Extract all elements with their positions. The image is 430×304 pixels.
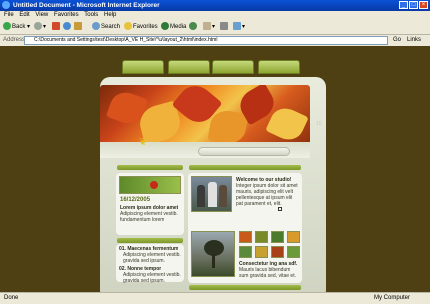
go-button[interactable]: Go <box>393 36 401 45</box>
stop-icon <box>52 22 60 31</box>
nav-tab-3[interactable] <box>212 60 254 74</box>
list-item-2-text-2: gravida sed ipsum. <box>123 278 165 284</box>
internet-explorer-icon <box>2 1 10 9</box>
section-bar-1 <box>117 165 183 170</box>
menu-tools[interactable]: Tools <box>84 11 98 20</box>
home-icon <box>74 22 82 31</box>
thumbnail-2[interactable] <box>255 231 268 243</box>
search-icon <box>92 22 100 31</box>
list-item-1-text-2: gravida sed ipsum. <box>123 258 165 264</box>
nav-tab-1[interactable] <box>122 60 164 74</box>
tree-photo[interactable] <box>191 231 235 277</box>
star-icon <box>124 22 132 31</box>
thumbnail-7[interactable] <box>271 246 284 258</box>
refresh-icon <box>63 22 71 31</box>
ladybug-icon <box>150 181 158 189</box>
ladybug-image <box>119 176 181 194</box>
zone-label: My Computer <box>374 295 411 301</box>
window-controls: _ □ × <box>398 1 428 9</box>
menu-view[interactable]: View <box>35 11 48 20</box>
mail-button[interactable]: ▾ <box>203 22 215 32</box>
nav-tab-4[interactable] <box>258 60 300 74</box>
status-bar: Done My Computer <box>0 292 430 304</box>
history-icon <box>189 22 197 31</box>
print-icon <box>220 22 228 31</box>
favorites-button[interactable]: Favorites <box>124 22 158 32</box>
news-text-2: fundamentum lorem <box>120 217 165 223</box>
news-date: 16/12/2005 <box>120 197 151 203</box>
stop-button[interactable] <box>52 22 61 32</box>
more-arrow-icon[interactable] <box>278 207 282 211</box>
mail-icon <box>203 22 211 31</box>
thumbnail-5[interactable] <box>239 246 252 258</box>
menu-favorites[interactable]: Favorites <box>54 11 79 20</box>
media-label: Media <box>170 24 187 30</box>
home-button[interactable] <box>74 22 83 32</box>
search-label: Search <box>101 24 121 30</box>
window-title: Untitled Document - Microsoft Internet E… <box>13 2 160 9</box>
menu-help[interactable]: Help <box>104 11 116 20</box>
autumn-leaves-banner <box>100 85 310 149</box>
print-button[interactable] <box>220 22 229 32</box>
news-box: 16/12/2005 Lorem ipsum dolor amet Adipis… <box>116 173 184 235</box>
welcome-text-4: pat parament et, elit. <box>236 201 282 207</box>
favorites-label: Favorites <box>133 24 158 30</box>
nav-tab-2[interactable] <box>168 60 210 74</box>
refresh-button[interactable] <box>63 22 72 32</box>
thumbnail-1[interactable] <box>239 231 252 243</box>
comment-text-2: sum gravida sed, vitae et. <box>239 273 296 279</box>
maximize-button[interactable]: □ <box>409 1 418 9</box>
site-search-field[interactable] <box>198 147 290 156</box>
back-button[interactable]: Back ▾ <box>3 22 30 32</box>
welcome-box: Welcome to our studio! Integer ipsum dol… <box>188 173 302 235</box>
butterfly-icon: ❦ <box>139 137 148 148</box>
forward-arrow-icon <box>34 22 42 31</box>
gallery-box: Consectetur ing ana sdf. Mauris lacus bi… <box>188 227 302 283</box>
menu-file[interactable]: File <box>4 11 14 20</box>
history-button[interactable] <box>189 22 198 32</box>
address-input[interactable]: C:\Documents and Settings\test\Desktop\A… <box>24 36 388 45</box>
back-label: Back <box>12 24 26 30</box>
people-photo <box>191 176 232 212</box>
minimize-button[interactable]: _ <box>399 1 408 9</box>
close-button[interactable]: × <box>419 1 428 9</box>
web-page: ❦ 15 16/12/2005 Lorem ipsum dolor amet A… <box>0 46 430 292</box>
media-button[interactable]: Media <box>161 22 186 32</box>
media-icon <box>161 22 169 31</box>
thumbnail-6[interactable] <box>255 246 268 258</box>
section-bar-2 <box>189 165 301 170</box>
toolbar: Back ▾ ▾ Search Favorites Media ▾ ▾ <box>0 20 430 35</box>
back-arrow-icon <box>3 22 11 31</box>
search-button[interactable]: Search <box>92 22 120 32</box>
forward-button[interactable]: ▾ <box>34 22 46 32</box>
links-button[interactable]: Links <box>407 36 421 45</box>
status-text: Done <box>4 295 19 301</box>
edit-icon <box>233 22 241 31</box>
thumbnail-8[interactable] <box>287 246 300 258</box>
address-label: Address <box>3 37 26 43</box>
section-bar-4 <box>189 285 301 290</box>
list-box: 01. Maecenas fermentum Adipiscing elemen… <box>116 244 184 284</box>
section-bar-3 <box>117 238 183 243</box>
side-label: 15 <box>316 121 322 127</box>
menu-edit[interactable]: Edit <box>19 11 29 20</box>
window-titlebar: Untitled Document - Microsoft Internet E… <box>0 0 430 11</box>
thumbnail-3[interactable] <box>271 231 284 243</box>
edit-button[interactable]: ▾ <box>233 22 245 32</box>
thumbnail-4[interactable] <box>287 231 300 243</box>
